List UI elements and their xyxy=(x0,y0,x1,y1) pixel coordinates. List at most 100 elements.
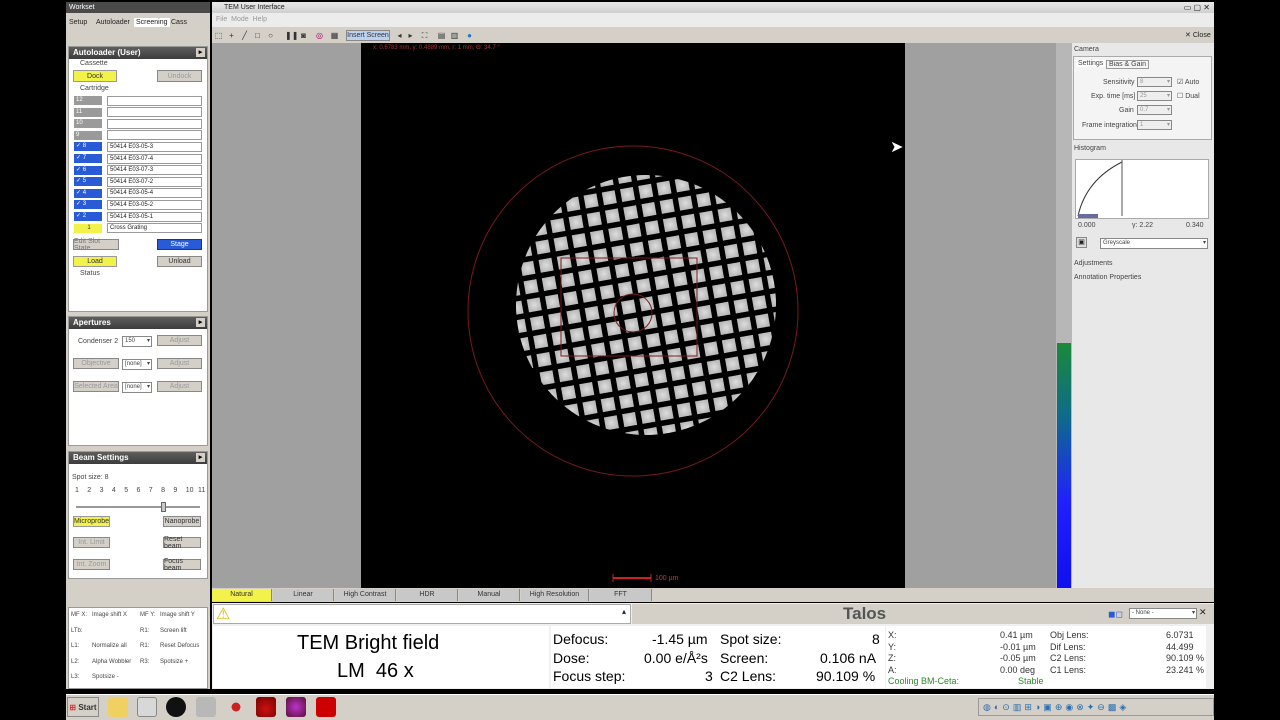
cartridge-slot-9[interactable]: ✓ 3 xyxy=(74,200,102,210)
sensitivity-select[interactable]: 8 xyxy=(1137,77,1172,87)
crosshair-icon[interactable]: + xyxy=(227,31,236,40)
microscope-icon[interactable] xyxy=(137,697,157,717)
dock-button[interactable]: Dock xyxy=(73,70,117,82)
load-button[interactable]: Load xyxy=(73,256,117,267)
tab-screening[interactable]: Screening xyxy=(134,18,170,27)
dual-checkbox[interactable]: ☐ Dual xyxy=(1177,92,1200,100)
arrow-right-icon[interactable]: ▸ xyxy=(406,31,415,40)
stage-button[interactable]: Stage xyxy=(157,239,202,250)
aperture-icon[interactable] xyxy=(166,697,186,717)
cartridge-slot-1[interactable]: 11 xyxy=(74,107,102,117)
cartridge-name-field[interactable]: 50414 E03-05-2 xyxy=(107,199,202,210)
spot-size-slider[interactable] xyxy=(76,506,200,508)
cartridge-name-field[interactable] xyxy=(107,118,202,129)
filter-tab-hdr[interactable]: HDR xyxy=(397,589,458,601)
lut-icon[interactable]: ▣ xyxy=(1076,237,1087,248)
ellipse-icon[interactable]: ○ xyxy=(266,31,275,40)
nanoprobe-button[interactable]: Nanoprobe xyxy=(163,516,201,527)
red-tool-icon[interactable] xyxy=(316,697,336,717)
adjust-button-selected[interactable]: Adjust xyxy=(157,381,202,392)
insert-screen-button[interactable]: Insert Screen xyxy=(346,30,390,41)
panel-arrow-icon[interactable]: ▸ xyxy=(196,318,205,327)
panel-arrow-icon[interactable]: ▸ xyxy=(196,48,205,57)
red-app-icon[interactable] xyxy=(256,697,276,717)
filter-tab-linear[interactable]: Linear xyxy=(273,589,334,601)
image-canvas[interactable] xyxy=(361,43,905,588)
rectangle-icon[interactable]: □ xyxy=(253,31,262,40)
tab-cass[interactable]: Cass xyxy=(171,19,187,26)
undock-button[interactable]: Undock xyxy=(157,70,202,82)
filter-tab-high-contrast[interactable]: High Contrast xyxy=(335,589,396,601)
filter-tab-fft[interactable]: FFT xyxy=(590,589,652,601)
start-button[interactable]: ⊞ Start xyxy=(67,697,99,717)
line-icon[interactable]: ╱ xyxy=(240,31,249,40)
cartridge-name-field[interactable]: 50414 E03-07-3 xyxy=(107,165,202,176)
tools-icon[interactable] xyxy=(196,697,216,717)
cartridge-name-field[interactable]: 50414 E03-05-4 xyxy=(107,188,202,199)
cartridge-name-field[interactable]: 50414 E03-07-4 xyxy=(107,153,202,164)
cartridge-slot-3[interactable]: 9 xyxy=(74,130,102,140)
camera-icon[interactable]: ◙ xyxy=(299,31,308,40)
int-limit-button[interactable]: Int. Limit xyxy=(73,537,110,548)
annotation-properties-section[interactable]: Annotation Properties xyxy=(1074,274,1141,281)
layout-toggle-icon[interactable]: ◼◻ xyxy=(1108,609,1123,620)
cartridge-name-field[interactable]: 50414 E03-05-3 xyxy=(107,141,202,152)
auto-checkbox[interactable]: ☑ Auto xyxy=(1177,78,1199,86)
purple-app-icon[interactable] xyxy=(286,697,306,717)
selected-area-select[interactable]: [none] xyxy=(122,382,152,393)
window-controls[interactable]: ▭ ▢ ✕ xyxy=(1184,2,1210,13)
layout-icon[interactable]: ▤ xyxy=(437,31,446,40)
layout2-icon[interactable]: ▥ xyxy=(450,31,459,40)
target-icon[interactable]: ◎ xyxy=(315,31,324,40)
int-zoom-button[interactable]: Int. Zoom xyxy=(73,559,110,570)
objective-select[interactable]: [none] xyxy=(122,359,152,370)
cartridge-slot-11[interactable]: 1 xyxy=(74,223,102,233)
lut-select[interactable]: Greyscale xyxy=(1100,238,1208,249)
dots-icon[interactable] xyxy=(226,697,246,717)
menu-file[interactable]: File xyxy=(216,16,227,23)
cartridge-slot-2[interactable]: 10 xyxy=(74,119,102,129)
slider-thumb[interactable] xyxy=(161,502,167,512)
arrow-left-icon[interactable]: ◂ xyxy=(395,31,404,40)
select-icon[interactable]: ⬚ xyxy=(214,31,223,40)
status-close-icon[interactable]: ✕ xyxy=(1199,607,1207,618)
cartridge-slot-4[interactable]: ✓ 8 xyxy=(74,142,102,152)
cartridge-slot-8[interactable]: ✓ 4 xyxy=(74,188,102,198)
frame-integration-select[interactable]: 1 xyxy=(1137,120,1172,130)
folder-icon[interactable] xyxy=(108,697,128,717)
adjustments-section[interactable]: Adjustments xyxy=(1074,260,1113,267)
fit-icon[interactable]: ⛶ xyxy=(420,31,429,40)
menu-mode[interactable]: Mode xyxy=(231,16,249,23)
cartridge-slot-6[interactable]: ✓ 6 xyxy=(74,165,102,175)
filter-tab-natural[interactable]: Natural xyxy=(212,589,272,601)
edit-slot-state-button[interactable]: Edit Slot State xyxy=(73,238,119,252)
grid-icon[interactable]: ▦ xyxy=(330,31,339,40)
message-dropdown-icon[interactable]: ▴ xyxy=(622,607,626,616)
adjust-button-condenser[interactable]: Adjust xyxy=(157,335,202,346)
cartridge-name-field[interactable]: 50414 E03-05-1 xyxy=(107,211,202,222)
close-panel-icon[interactable]: ✕ Close xyxy=(1185,31,1211,39)
cartridge-name-field[interactable] xyxy=(107,107,202,118)
preset-select[interactable]: - None - xyxy=(1129,608,1197,619)
cartridge-slot-5[interactable]: ✓ 7 xyxy=(74,154,102,163)
tab-setup[interactable]: Setup xyxy=(69,19,87,26)
focus-beam-button[interactable]: Focus beam xyxy=(163,558,201,572)
cartridge-slot-7[interactable]: ✓ 5 xyxy=(74,177,102,187)
selected-area-button[interactable]: Selected Area xyxy=(73,381,119,392)
filter-tab-manual[interactable]: Manual xyxy=(459,589,520,601)
cartridge-name-field[interactable]: Cross Grating xyxy=(107,223,202,234)
condenser-select[interactable]: 150 xyxy=(122,336,152,347)
cartridge-name-field[interactable]: 50414 E03-07-2 xyxy=(107,176,202,187)
tab-autoloader[interactable]: Autoloader xyxy=(96,19,130,26)
cartridge-name-field[interactable] xyxy=(107,95,202,106)
menu-help[interactable]: Help xyxy=(253,16,267,23)
help-icon[interactable]: ● xyxy=(465,31,474,40)
cartridge-slot-0[interactable]: 12 xyxy=(74,96,102,105)
objective-button[interactable]: Objective xyxy=(73,358,119,369)
exp-time-select[interactable]: 25 xyxy=(1137,91,1172,101)
panel-arrow-icon[interactable]: ▸ xyxy=(196,453,205,462)
cartridge-slot-10[interactable]: ✓ 2 xyxy=(74,212,102,221)
tab-camera-settings[interactable]: Settings xyxy=(1076,60,1106,67)
adjust-button-objective[interactable]: Adjust xyxy=(157,358,202,369)
filter-tab-high-resolution[interactable]: High Resolution xyxy=(521,589,589,601)
